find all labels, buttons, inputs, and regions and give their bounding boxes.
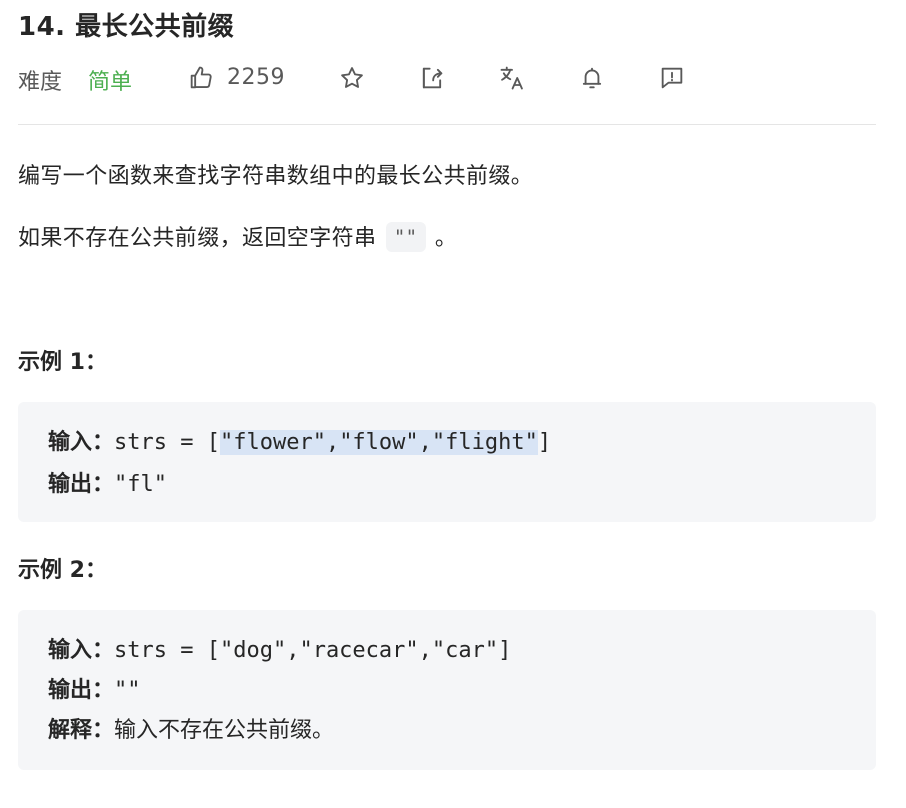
problem-title: 14. 最长公共前缀 (18, 12, 235, 42)
share-button[interactable] (416, 62, 448, 94)
input-value: strs = ["dog","racecar","car"] (114, 638, 512, 663)
description-paragraph-empty-case: 如果不存在公共前缀，返回空字符串 "" 。 (18, 220, 457, 254)
example-1-output: 输出："fl" (48, 466, 167, 498)
input-label: 输入： (48, 638, 115, 663)
example-1-box: 输入：strs = ["flower","flow","flight"] 输出：… (18, 402, 876, 522)
translate-button[interactable] (496, 62, 528, 94)
output-label: 输出： (48, 678, 115, 703)
example-2-box: 输入：strs = ["dog","racecar","car"] 输出："" … (18, 610, 876, 770)
bell-icon (582, 67, 602, 89)
example-2-output: 输出："" (48, 672, 141, 704)
header-divider (18, 124, 876, 125)
example-2-explanation: 解释：输入不存在公共前缀。 (48, 712, 334, 744)
input-label: 输入： (48, 430, 115, 455)
problem-meta-bar: 难度 简单 2259 (18, 60, 876, 96)
inline-code: "" (385, 222, 426, 252)
example-2-heading: 示例 2： (18, 558, 107, 583)
feedback-icon (661, 67, 683, 89)
output-label: 输出： (48, 472, 115, 497)
description-paragraph: 编写一个函数来查找字符串数组中的最长公共前缀。 (18, 164, 534, 189)
output-value: "fl" (114, 472, 167, 497)
star-icon (341, 67, 363, 88)
translate-icon (500, 66, 523, 90)
example-1-heading: 示例 1： (18, 350, 107, 375)
share-icon (422, 67, 443, 89)
feedback-button[interactable] (656, 62, 688, 94)
difficulty-label: 难度 (18, 70, 63, 95)
explanation-label: 解释： (48, 718, 115, 743)
input-highlighted-text[interactable]: "flower","flow","flight" (219, 430, 538, 455)
favorite-button[interactable] (336, 62, 368, 94)
input-suffix: ] (537, 430, 552, 455)
difficulty-badge: 简单 (88, 70, 133, 95)
description-text: 如果不存在公共前缀，返回空字符串 (18, 226, 377, 251)
like-button[interactable] (185, 62, 217, 94)
thumbs-up-icon (190, 66, 212, 89)
explanation-value: 输入不存在公共前缀。 (114, 718, 335, 743)
description-text-suffix: 。 (434, 226, 458, 251)
subscribe-button[interactable] (576, 62, 608, 94)
input-prefix: strs = [ (114, 430, 220, 455)
example-1-input: 输入：strs = ["flower","flow","flight"] (48, 424, 551, 456)
like-count: 2259 (227, 65, 285, 90)
output-value: "" (114, 678, 141, 703)
example-2-input: 输入：strs = ["dog","racecar","car"] (48, 632, 511, 664)
